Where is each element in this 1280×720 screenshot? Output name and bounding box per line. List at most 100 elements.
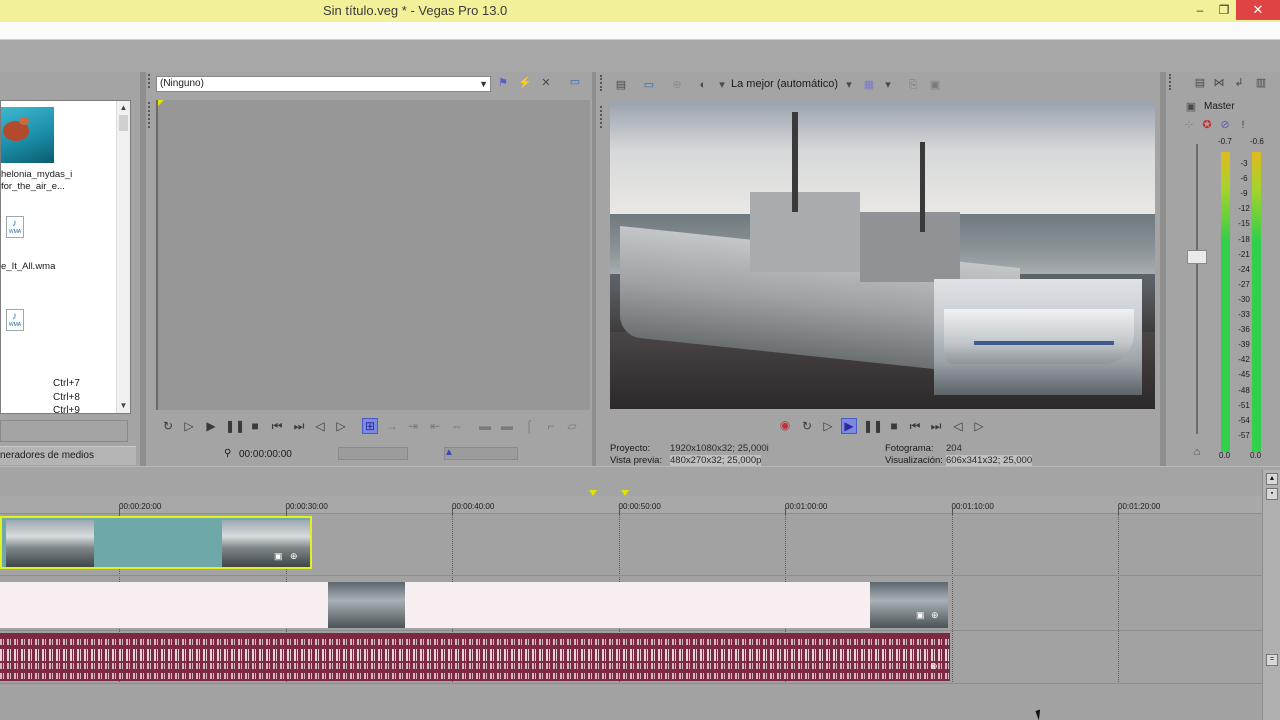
panel-grip-icon[interactable] <box>600 75 603 91</box>
go-to-start-icon[interactable]: ⏮ <box>907 419 923 433</box>
overwrite-icon[interactable]: ⇤ <box>427 419 443 433</box>
set-in-point-icon[interactable]: ⊞ <box>362 418 378 434</box>
copy-snapshot-icon[interactable]: ⎘ <box>906 78 920 92</box>
pause-icon[interactable]: ❚❚ <box>225 419 245 433</box>
turtle-video-thumbnail[interactable] <box>1 107 54 163</box>
loop-end-marker[interactable] <box>621 490 629 496</box>
properties-icon[interactable]: ▤ <box>614 78 628 92</box>
timeline-gridline <box>951 514 953 684</box>
region-icon[interactable]: ⌐ <box>543 419 559 433</box>
external-monitor-icon[interactable]: ▭ <box>642 78 656 92</box>
explorer-scrollbar[interactable]: ▲ ▼ <box>116 101 130 413</box>
play-from-start-icon[interactable]: ▷ <box>820 419 836 433</box>
chevron-down-icon[interactable]: ▾ <box>881 78 895 92</box>
trim-range-bar[interactable] <box>338 447 408 460</box>
video-only-icon[interactable]: ▬ <box>477 419 493 433</box>
panel-grip-icon[interactable] <box>148 102 151 128</box>
zoom-handle-icon[interactable]: ▲ <box>444 447 454 458</box>
chevron-down-icon[interactable]: ▾ <box>842 78 856 92</box>
next-frame-icon[interactable]: ▷ <box>333 419 349 433</box>
previous-frame-icon[interactable]: ◁ <box>312 419 328 433</box>
explorer-file-list[interactable]: helonia_mydas_i for_the_air_e... ♪ WMA e… <box>0 100 131 414</box>
wma-file-icon[interactable]: ♪ WMA <box>6 216 24 238</box>
close-button[interactable]: ✕ <box>1236 0 1280 20</box>
file-name-line2[interactable]: for_the_air_e... <box>1 181 65 192</box>
previous-frame-icon[interactable]: ◁ <box>950 419 966 433</box>
pause-icon[interactable]: ❚❚ <box>863 419 883 433</box>
event-fx-icon[interactable]: ⊕ <box>931 610 939 621</box>
next-frame-icon[interactable]: ▷ <box>971 419 987 433</box>
event-pan-crop-icon[interactable]: ▣ <box>916 610 925 621</box>
lock-icon[interactable]: ⌂ <box>1190 445 1204 459</box>
pip-ship <box>944 309 1134 364</box>
play-icon[interactable]: ▶ <box>203 419 219 433</box>
monitor-icon[interactable]: ▭ <box>568 75 582 89</box>
fx-icon[interactable]: ✪ <box>1200 118 1214 132</box>
event-fx-icon[interactable]: ⊕ <box>290 551 298 562</box>
scroll-down-icon[interactable]: ▼ <box>117 399 130 413</box>
split-screen-icon[interactable]: ⊕ <box>670 78 684 92</box>
add-to-timeline-icon[interactable]: → <box>384 419 400 433</box>
video-event[interactable] <box>328 582 405 628</box>
insert-bus-icon[interactable]: ▤ <box>1193 76 1207 90</box>
scroll-up-icon[interactable]: ▲ <box>117 101 130 115</box>
zoom-bar[interactable] <box>444 447 518 460</box>
scroll-thumb[interactable] <box>119 115 128 131</box>
go-to-start-icon[interactable]: ⏮ <box>269 419 285 433</box>
timeline-scrollbar[interactable]: ▲ ▪ = <box>1262 470 1280 720</box>
loop-icon[interactable]: ↻ <box>799 419 815 433</box>
record-icon[interactable]: ◉ <box>777 418 793 432</box>
restore-button[interactable]: ❐ <box>1209 0 1239 20</box>
tab-media-generators[interactable]: neradores de medios <box>0 446 136 465</box>
file-name-wma[interactable]: e_It_All.wma <box>1 261 55 272</box>
preview-quality-select[interactable]: La mejor (automático) <box>731 78 838 90</box>
audio-only-icon[interactable]: ▬ <box>499 419 515 433</box>
event-pan-crop-icon[interactable]: ▣ <box>274 551 283 562</box>
play-from-start-icon[interactable]: ▷ <box>181 419 197 433</box>
overlays-icon[interactable]: ◐ <box>696 78 710 92</box>
stop-icon[interactable]: ■ <box>247 419 263 433</box>
master-fader-track[interactable] <box>1196 144 1198 434</box>
video-event-selected[interactable]: ▣ ⊕ <box>0 516 312 569</box>
panel-grip-icon[interactable] <box>600 106 603 128</box>
loop-start-marker[interactable] <box>589 490 597 496</box>
trimmer-view[interactable] <box>156 100 590 410</box>
chevron-down-icon[interactable]: ▾ <box>715 78 729 92</box>
fit-icon[interactable]: ⇔ <box>449 419 465 433</box>
panel-grip-icon[interactable] <box>148 74 151 88</box>
mute-icon[interactable]: ⊘ <box>1218 118 1232 132</box>
audio-waveform <box>0 673 950 679</box>
pan-icon[interactable]: ⊹ <box>1182 118 1196 132</box>
selection-tool-icon[interactable]: ⚡ <box>518 76 532 90</box>
video-track-2[interactable] <box>0 582 948 628</box>
downmix-icon[interactable]: ⋈ <box>1212 76 1226 90</box>
stop-icon[interactable]: ■ <box>886 419 902 433</box>
go-to-end-icon[interactable]: ⏭ <box>928 419 944 433</box>
marker-icon[interactable]: ⌠ <box>521 419 537 433</box>
scroll-thumb[interactable]: ▪ <box>1266 488 1278 500</box>
video-event[interactable]: ▣ ⊕ <box>870 582 948 628</box>
dim-output-icon[interactable]: ↲ <box>1232 76 1246 90</box>
insert-icon[interactable]: ⇥ <box>405 419 421 433</box>
panel-grip-icon[interactable] <box>1169 74 1172 90</box>
in-point-marker[interactable] <box>158 100 164 106</box>
file-name-line1[interactable]: helonia_mydas_i <box>1 169 72 180</box>
go-to-end-icon[interactable]: ⏭ <box>291 419 307 433</box>
select-region-icon[interactable]: ⚑ <box>496 76 510 90</box>
mixer-menu-icon[interactable]: ▥ <box>1254 76 1268 90</box>
solo-icon[interactable]: ǃ <box>1236 118 1250 132</box>
snapshot-icon[interactable]: ▱ <box>564 419 580 433</box>
save-snapshot-icon[interactable]: ▣ <box>928 78 942 92</box>
timeline-ruler[interactable]: 00:00:20:00 00:00:30:00 00:00:40:00 00:00:5… <box>0 496 1262 514</box>
trimmer-source-select[interactable]: (Ninguno) ▼ <box>156 76 491 92</box>
scroll-up-icon[interactable]: ▲ <box>1266 473 1278 485</box>
grid-icon[interactable]: ▦ <box>862 78 876 92</box>
event-fx-icon[interactable]: ⊕ <box>930 661 938 672</box>
clear-icon[interactable]: ✕ <box>539 76 553 90</box>
loop-icon[interactable]: ↻ <box>160 419 176 433</box>
wma-file-icon[interactable]: ♪ WMA <box>6 309 24 331</box>
play-icon[interactable]: ▶ <box>841 418 857 434</box>
zoom-icon[interactable]: = <box>1266 654 1278 666</box>
audio-event[interactable]: ⊕ <box>0 633 950 681</box>
master-fader-knob[interactable] <box>1187 250 1207 264</box>
